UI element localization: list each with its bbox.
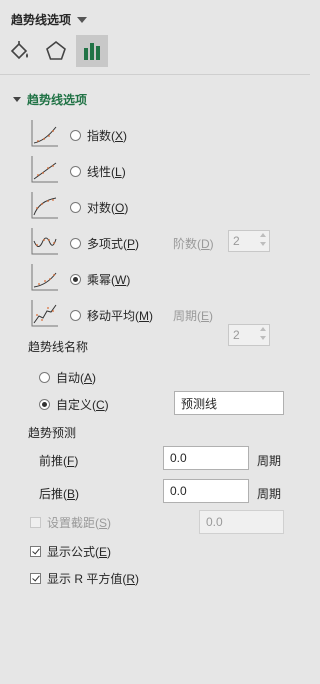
- radio-logarithmic[interactable]: 对数(O): [70, 199, 128, 216]
- chevron-down-icon[interactable]: [77, 17, 88, 23]
- accelerator-key: W: [115, 273, 127, 287]
- label-text: 指数(: [87, 129, 115, 143]
- radio-circle[interactable]: [39, 372, 50, 383]
- radio-exponential[interactable]: 指数(X): [70, 127, 127, 144]
- type-row-linear: [31, 155, 59, 183]
- trendline-name-heading: 趋势线名称: [28, 340, 89, 354]
- type-row-exponential: [31, 119, 59, 147]
- intercept-input[interactable]: 0.0: [199, 510, 284, 534]
- pane-title[interactable]: 趋势线选项: [11, 11, 88, 28]
- label-text: 乘幂(: [87, 273, 115, 287]
- spinner-arrows-icon[interactable]: [260, 233, 266, 246]
- label-text: 对数(: [87, 201, 115, 215]
- radio-power[interactable]: 乘幂(W): [70, 271, 130, 288]
- pane-title-text: 趋势线选项: [11, 13, 72, 27]
- polynomial-thumbnail-icon: [31, 228, 58, 255]
- radio-circle[interactable]: [70, 130, 81, 141]
- order-spinner[interactable]: 2: [228, 230, 270, 252]
- order-value: 2: [233, 234, 240, 248]
- label-suffix: ): [126, 273, 131, 287]
- accelerator-key: L: [115, 165, 122, 179]
- accelerator-key: O: [115, 201, 125, 215]
- period-label: 周期(E): [173, 309, 214, 323]
- radio-polynomial[interactable]: 多项式(P): [70, 235, 139, 252]
- type-row-power: [31, 263, 59, 291]
- bar-chart-icon: [84, 43, 100, 60]
- accelerator-key: P: [127, 237, 136, 251]
- section-title: 趋势线选项: [27, 93, 88, 107]
- exponential-thumbnail-icon: [31, 120, 58, 147]
- tab-effects[interactable]: [40, 35, 72, 67]
- format-tabs: [4, 35, 108, 71]
- label-suffix: ): [124, 201, 129, 215]
- label-suffix: ): [149, 309, 153, 323]
- label-suffix: ): [121, 165, 126, 179]
- period-value: 2: [233, 328, 240, 342]
- radio-linear[interactable]: 线性(L): [70, 163, 126, 180]
- radio-circle[interactable]: [70, 310, 81, 321]
- tab-fill-line[interactable]: [4, 35, 36, 67]
- label-suffix: ): [135, 237, 140, 251]
- radio-circle[interactable]: [70, 166, 81, 177]
- show-equation-row[interactable]: 显示公式(E): [30, 543, 111, 560]
- section-header-trendline-options[interactable]: 趋势线选项: [13, 91, 87, 108]
- order-label: 阶数(D): [173, 237, 214, 251]
- label-suffix: ): [123, 129, 128, 143]
- radio-moving-average[interactable]: 移动平均(M): [70, 307, 153, 324]
- forward-label: 前推(F): [39, 454, 79, 468]
- linear-thumbnail-icon: [31, 156, 58, 183]
- accelerator-key: M: [139, 309, 149, 323]
- radio-circle-selected[interactable]: [39, 399, 50, 410]
- spinner-arrows-icon[interactable]: [260, 327, 266, 340]
- label-text: 移动平均(: [87, 309, 139, 323]
- radio-name-custom[interactable]: 自定义(C): [39, 396, 109, 413]
- forecast-heading: 趋势预测: [28, 426, 77, 440]
- intercept-checkbox-row[interactable]: 设置截距(S): [30, 514, 111, 531]
- show-r2-checkbox[interactable]: [30, 573, 41, 584]
- backward-unit: 周期: [257, 487, 282, 501]
- radio-name-auto[interactable]: 自动(A): [39, 369, 96, 386]
- tab-options[interactable]: [76, 35, 108, 67]
- logarithmic-thumbnail-icon: [31, 192, 58, 219]
- type-row-polynomial: [31, 227, 59, 255]
- paint-bucket-icon: [10, 41, 28, 60]
- radio-circle[interactable]: [70, 202, 81, 213]
- show-r2-row[interactable]: 显示 R 平方值(R): [30, 570, 139, 587]
- moving-average-thumbnail-icon: [31, 300, 58, 327]
- radio-circle[interactable]: [70, 238, 81, 249]
- intercept-checkbox[interactable]: [30, 517, 41, 528]
- power-thumbnail-icon: [31, 264, 58, 291]
- divider: [0, 74, 310, 75]
- backward-label: 后推(B): [39, 487, 80, 501]
- forward-input[interactable]: 0.0: [163, 446, 249, 470]
- pentagon-icon: [46, 40, 66, 60]
- accelerator-key: X: [115, 129, 124, 143]
- radio-circle-selected[interactable]: [70, 274, 81, 285]
- period-spinner[interactable]: 2: [228, 324, 270, 346]
- backward-input[interactable]: 0.0: [163, 479, 249, 503]
- custom-name-input[interactable]: 预测线: [174, 391, 284, 415]
- label-text: 线性(: [87, 165, 115, 179]
- type-row-moving-average: [31, 299, 59, 327]
- type-row-logarithmic: [31, 191, 59, 219]
- show-equation-checkbox[interactable]: [30, 546, 41, 557]
- forward-unit: 周期: [257, 454, 282, 468]
- collapse-triangle-icon: [13, 97, 21, 102]
- label-text: 多项式(: [87, 237, 127, 251]
